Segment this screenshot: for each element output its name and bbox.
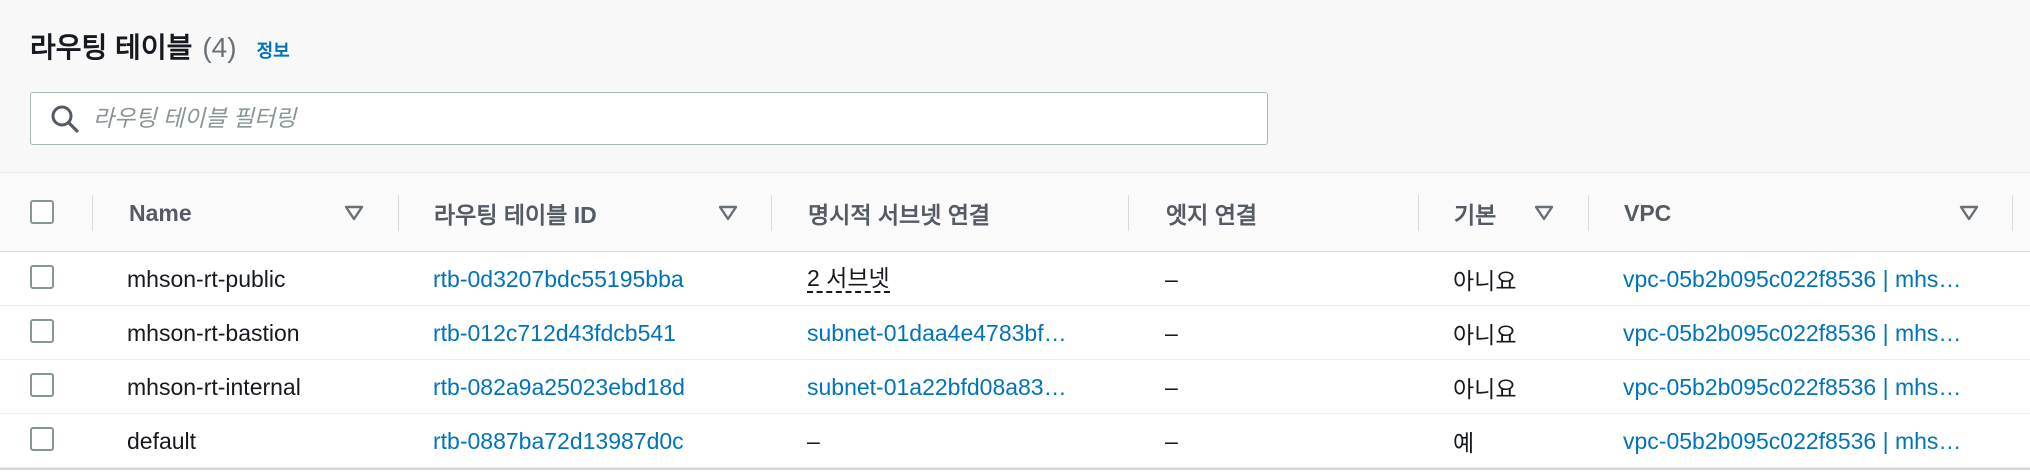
row-checkbox[interactable] — [30, 265, 54, 289]
main-status: 아니요 — [1453, 322, 1517, 348]
column-header-explicit-subnet: 명시적 서브넷 연결 — [808, 202, 991, 228]
sort-caret-icon[interactable] — [1958, 203, 1980, 223]
route-table-name: mhson-rt-bastion — [127, 319, 300, 346]
column-header-vpc[interactable]: VPC — [1624, 173, 1671, 253]
vpc-link-text: vpc-05b2b095c022f8536 | mhson-vpc — [1623, 320, 1968, 346]
vpc-link[interactable]: vpc-05b2b095c022f8536 | mhson-vpc — [1623, 306, 1968, 360]
sort-caret-icon[interactable] — [717, 203, 739, 223]
vpc-link[interactable]: vpc-05b2b095c022f8536 | mhson-vpc — [1623, 414, 1968, 468]
search-input[interactable] — [93, 105, 1213, 132]
row-checkbox[interactable] — [30, 427, 54, 451]
table-row[interactable]: default rtb-0887ba72d13987d0c – – 예 vpc-… — [0, 414, 2030, 468]
column-header-name[interactable]: Name — [129, 173, 192, 253]
edge-association: – — [1165, 373, 1178, 400]
route-table-id-link[interactable]: rtb-0d3207bdc55195bba — [433, 252, 763, 306]
info-link[interactable]: 정보 — [257, 37, 290, 63]
table-header-area: 라우팅 테이블 (4) 정보 — [0, 0, 2030, 172]
row-checkbox[interactable] — [30, 373, 54, 397]
page-title: 라우팅 테이블 — [30, 32, 193, 63]
route-table-id-link[interactable]: rtb-082a9a25023ebd18d — [433, 360, 763, 414]
search-icon — [47, 101, 83, 137]
route-table-name: default — [127, 427, 197, 454]
title-row: 라우팅 테이블 (4) 정보 — [30, 26, 290, 66]
column-header-main[interactable]: 기본 — [1454, 173, 1496, 253]
table-row[interactable]: mhson-rt-bastion rtb-012c712d43fdcb541 s… — [0, 306, 2030, 360]
select-all-checkbox[interactable] — [30, 200, 54, 224]
item-count: (4) — [202, 32, 237, 63]
vpc-link-text: vpc-05b2b095c022f8536 | mhson-vpc — [1623, 374, 1968, 400]
sort-caret-icon[interactable] — [343, 203, 365, 223]
column-header-route-table-id[interactable]: 라우팅 테이블 ID — [434, 173, 597, 253]
column-divider — [1128, 195, 1129, 231]
sort-caret-icon[interactable] — [1533, 203, 1555, 223]
subnet-id-link[interactable]: subnet-01daa4e4783bf… — [807, 306, 1117, 360]
main-status: 아니요 — [1453, 376, 1517, 402]
edge-association: – — [1165, 265, 1178, 292]
subnet-id-link[interactable]: subnet-01a22bfd08a83… — [807, 360, 1117, 414]
search-box[interactable] — [30, 92, 1268, 145]
route-table-id-link[interactable]: rtb-0887ba72d13987d0c — [433, 414, 763, 468]
row-checkbox[interactable] — [30, 319, 54, 343]
table-row[interactable]: mhson-rt-internal rtb-082a9a25023ebd18d … — [0, 360, 2030, 414]
column-divider — [1588, 195, 1589, 231]
table-header: Name 라우팅 테이블 ID 명시적 서브넷 연결 엣지 연결 기본 VPC — [0, 172, 2030, 252]
vpc-link-text: vpc-05b2b095c022f8536 | mhson-vpc — [1623, 266, 1968, 292]
subnet-association: – — [807, 427, 820, 454]
table-row[interactable]: mhson-rt-public rtb-0d3207bdc55195bba 2 … — [0, 252, 2030, 306]
main-status: 아니요 — [1453, 268, 1517, 294]
vpc-link-text: vpc-05b2b095c022f8536 | mhson-vpc — [1623, 428, 1968, 454]
column-header-edge: 엣지 연결 — [1166, 202, 1258, 228]
subnet-association: 2 서브넷 — [807, 252, 1117, 306]
vpc-link[interactable]: vpc-05b2b095c022f8536 | mhson-vpc — [1623, 252, 1968, 306]
column-divider — [1418, 195, 1419, 231]
column-divider — [2012, 195, 2013, 231]
route-table-id-link[interactable]: rtb-012c712d43fdcb541 — [433, 306, 763, 360]
column-divider — [771, 195, 772, 231]
edge-association: – — [1165, 427, 1178, 454]
vpc-link[interactable]: vpc-05b2b095c022f8536 | mhson-vpc — [1623, 360, 1968, 414]
column-divider — [92, 195, 93, 231]
column-divider — [398, 195, 399, 231]
edge-association: – — [1165, 319, 1178, 346]
route-table-name: mhson-rt-internal — [127, 373, 301, 400]
table-bottom-border — [0, 468, 2030, 470]
main-status: 예 — [1453, 430, 1475, 456]
subnet-count-popover[interactable]: 2 서브넷 — [807, 265, 890, 293]
route-table-name: mhson-rt-public — [127, 265, 286, 292]
